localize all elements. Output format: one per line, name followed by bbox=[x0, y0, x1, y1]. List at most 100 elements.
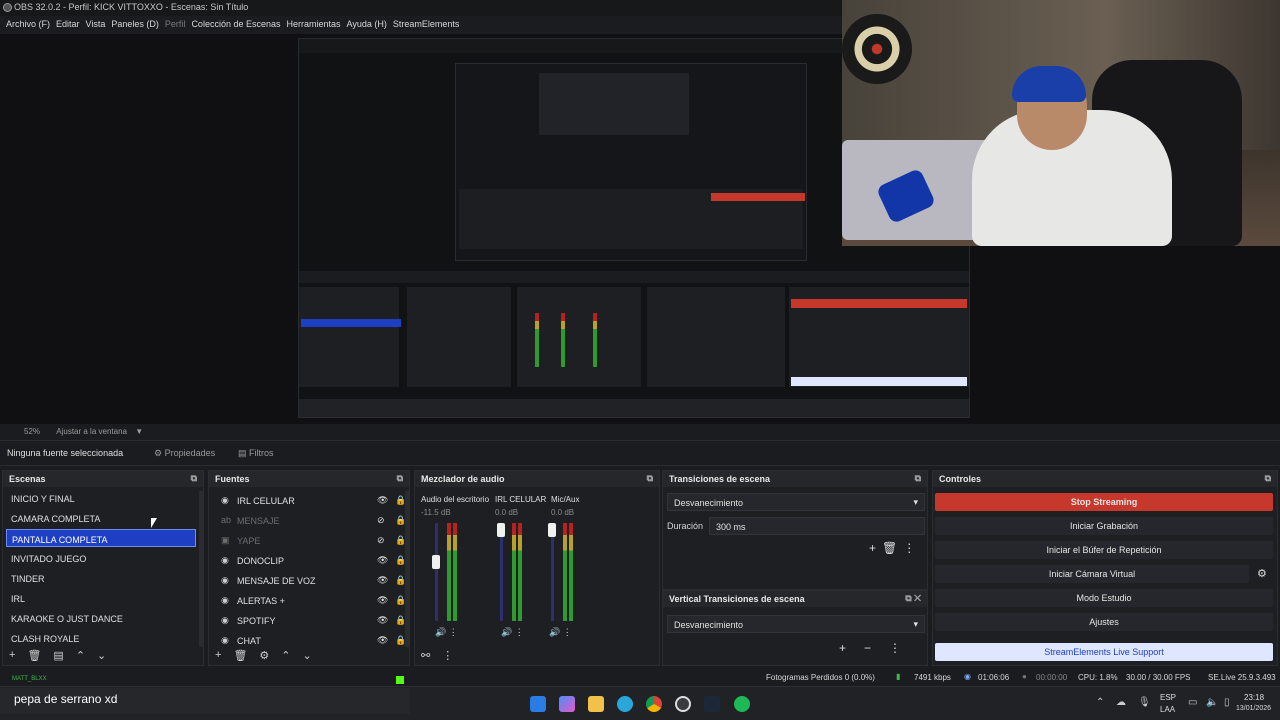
scenes-scrollbar[interactable] bbox=[199, 491, 203, 647]
steam-icon[interactable] bbox=[704, 696, 720, 712]
start-icon[interactable] bbox=[530, 696, 546, 712]
eye-hidden-icon[interactable]: ⊘ bbox=[377, 515, 385, 526]
zoom-percent[interactable]: 52% bbox=[24, 427, 40, 436]
add-icon[interactable]: + bbox=[9, 649, 15, 663]
scene-item[interactable]: CLASH ROYALE bbox=[6, 629, 196, 647]
source-item[interactable]: ▣ YAPE ⊘ 🔒 bbox=[213, 531, 406, 549]
source-item[interactable]: ab MENSAJE ⊘ 🔒 bbox=[213, 511, 406, 529]
gear-icon[interactable]: ⚙ bbox=[259, 649, 269, 663]
menu-tools[interactable]: Herramientas bbox=[287, 16, 347, 34]
menu-file[interactable]: Archivo (F) bbox=[6, 16, 56, 34]
menu-streamelements[interactable]: StreamElements bbox=[393, 16, 466, 34]
menu-profile[interactable]: Perfil bbox=[165, 16, 192, 34]
mute-icon[interactable]: 🔊 ⋮ bbox=[435, 627, 458, 638]
popout-icon[interactable]: ⧉ bbox=[647, 473, 653, 484]
sources-scrollbar[interactable] bbox=[405, 491, 409, 647]
filter-icon[interactable]: ▤ bbox=[53, 649, 63, 663]
fader-knob[interactable] bbox=[548, 523, 556, 537]
duration-input[interactable]: 300 ms bbox=[709, 517, 925, 535]
popout-icon[interactable]: ⧉ bbox=[1265, 473, 1271, 484]
fader-knob[interactable] bbox=[432, 555, 440, 569]
menu-dots-icon[interactable]: ⋮ bbox=[889, 641, 919, 655]
menu-view[interactable]: Vista bbox=[86, 16, 112, 34]
filters-button[interactable]: ▤ Filtros bbox=[232, 446, 280, 461]
studio-mode-button[interactable]: Modo Estudio bbox=[935, 589, 1273, 607]
scene-item[interactable]: INICIO Y FINAL bbox=[6, 489, 196, 507]
chevron-down-icon[interactable]: ▼ bbox=[135, 427, 143, 436]
stop-streaming-button[interactable]: Stop Streaming bbox=[935, 493, 1273, 511]
scene-item[interactable]: CAMARA COMPLETA bbox=[6, 509, 196, 527]
chevron-down-icon[interactable]: ⌄ bbox=[303, 649, 312, 663]
volume-icon[interactable]: 🔈 bbox=[1206, 697, 1218, 708]
menu-help[interactable]: Ayuda (H) bbox=[347, 16, 393, 34]
popout-icon[interactable]: ⧉ bbox=[397, 473, 403, 484]
start-recording-button[interactable]: Iniciar Grabación bbox=[935, 517, 1273, 535]
lang-code[interactable]: ESP bbox=[1160, 693, 1176, 702]
eye-icon[interactable]: 👁 bbox=[377, 615, 388, 626]
eye-icon[interactable]: 👁 bbox=[377, 595, 388, 606]
scene-item-selected[interactable]: PANTALLA COMPLETA bbox=[6, 529, 196, 547]
transition-select[interactable]: Desvanecimiento ▾ bbox=[667, 493, 925, 511]
replay-buffer-button[interactable]: Iniciar el Búfer de Repetición bbox=[935, 541, 1273, 559]
zoom-fit[interactable]: Ajustar a la ventana bbox=[56, 427, 127, 436]
clock-time[interactable]: 23:18 bbox=[1244, 693, 1264, 702]
chevron-up-icon[interactable]: ⌃ bbox=[76, 649, 85, 663]
clock-date[interactable]: 13/01/2026 bbox=[1236, 705, 1271, 712]
fader-knob[interactable] bbox=[497, 523, 505, 537]
eye-icon[interactable]: 👁 bbox=[377, 635, 388, 646]
scene-item[interactable]: IRL bbox=[6, 589, 196, 607]
source-item[interactable]: ◉ SPOTIFY 👁 🔒 bbox=[213, 611, 406, 629]
vertical-transition-select[interactable]: Desvanecimiento ▾ bbox=[667, 615, 925, 633]
popout-icon[interactable]: ⧉ bbox=[915, 473, 921, 484]
minus-icon[interactable]: − bbox=[864, 641, 889, 655]
eye-icon[interactable]: 👁 bbox=[377, 555, 388, 566]
network-icon[interactable]: ▭ bbox=[1188, 697, 1197, 708]
properties-button[interactable]: ⚙ Propiedades bbox=[148, 446, 221, 461]
chevron-up-icon[interactable]: ⌃ bbox=[281, 649, 290, 663]
chevron-down-icon[interactable]: ⌄ bbox=[97, 649, 106, 663]
scene-item[interactable]: TINDER bbox=[6, 569, 196, 587]
cloud-icon[interactable]: ☁ bbox=[1116, 697, 1126, 708]
edge-icon[interactable] bbox=[617, 696, 633, 712]
lang-layout[interactable]: LAA bbox=[1160, 705, 1175, 714]
folder-icon[interactable] bbox=[588, 696, 604, 712]
copilot-icon[interactable] bbox=[559, 696, 575, 712]
mute-icon[interactable]: 🔊 ⋮ bbox=[501, 627, 524, 638]
eye-icon[interactable]: 👁 bbox=[377, 495, 388, 506]
obs-icon[interactable] bbox=[675, 696, 691, 712]
volume-fader[interactable] bbox=[551, 523, 554, 621]
chrome-icon[interactable] bbox=[646, 696, 662, 712]
source-item[interactable]: ◉ ALERTAS + 👁 🔒 bbox=[213, 591, 406, 609]
settings-button[interactable]: Ajustes bbox=[935, 613, 1273, 631]
menu-edit[interactable]: Editar bbox=[56, 16, 86, 34]
battery-icon[interactable]: ▯ bbox=[1224, 697, 1230, 708]
source-item[interactable]: ◉ DONOCLIP 👁 🔒 bbox=[213, 551, 406, 569]
add-icon[interactable]: + bbox=[839, 641, 864, 655]
eye-icon[interactable]: 👁 bbox=[377, 575, 388, 586]
source-item[interactable]: ◉ IRL CELULAR 👁 🔒 bbox=[213, 491, 406, 509]
menu-scene-collection[interactable]: Colección de Escenas bbox=[191, 16, 286, 34]
scene-item[interactable]: INVITADO JUEGO bbox=[6, 549, 196, 567]
volume-fader[interactable] bbox=[500, 523, 503, 621]
menu-dots-icon[interactable]: ⋮ bbox=[903, 541, 921, 555]
mute-icon[interactable]: 🔊 ⋮ bbox=[549, 627, 572, 638]
se-support-button[interactable]: StreamElements Live Support bbox=[935, 643, 1273, 661]
gear-icon[interactable]: ⚙ bbox=[1257, 567, 1267, 580]
trash-icon[interactable]: 🗑 bbox=[882, 541, 903, 555]
tray-chevron-icon[interactable]: ⌃ bbox=[1096, 697, 1104, 708]
source-item[interactable]: ◉ MENSAJE DE VOZ 👁 🔒 bbox=[213, 571, 406, 589]
add-icon[interactable]: + bbox=[215, 649, 221, 663]
mic-icon[interactable]: 🎙 bbox=[1138, 697, 1151, 708]
eye-hidden-icon[interactable]: ⊘ bbox=[377, 535, 385, 546]
popout-icon[interactable]: ⧉ bbox=[191, 473, 197, 484]
menu-dots-icon[interactable]: ⋮ bbox=[442, 649, 453, 663]
volume-fader[interactable] bbox=[435, 523, 438, 621]
trash-icon[interactable]: 🗑 bbox=[233, 649, 247, 663]
close-icon[interactable]: ⧉ ✕ bbox=[905, 593, 921, 604]
trash-icon[interactable]: 🗑 bbox=[27, 649, 41, 663]
scene-item[interactable]: KARAOKE O JUST DANCE bbox=[6, 609, 196, 627]
virtual-camera-button[interactable]: Iniciar Cámara Virtual bbox=[935, 565, 1249, 583]
source-item[interactable]: ◉ CHAT 👁 🔒 bbox=[213, 631, 406, 649]
spotify-icon[interactable] bbox=[734, 696, 750, 712]
link-icon[interactable]: ⚯ bbox=[421, 649, 430, 663]
